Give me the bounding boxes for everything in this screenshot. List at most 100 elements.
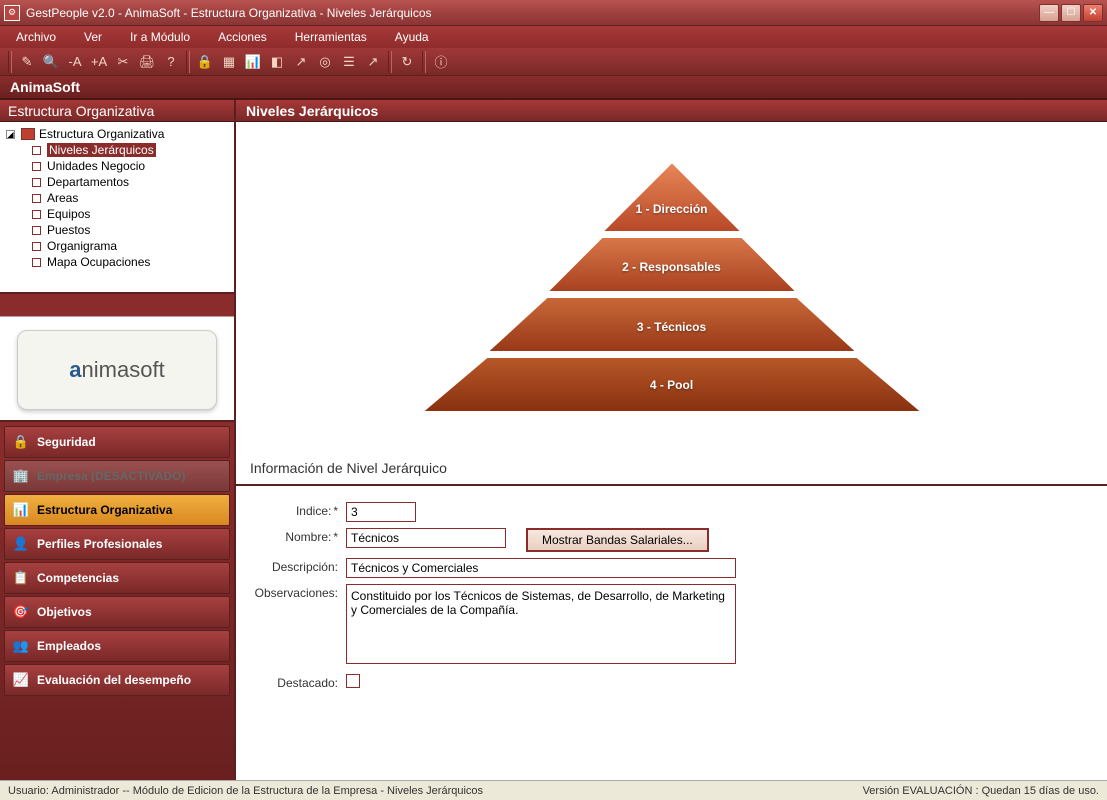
pyramid-level-3[interactable]: 3 - Técnicos xyxy=(362,320,982,334)
menu-ver[interactable]: Ver xyxy=(76,28,110,46)
mostrar-bandas-button[interactable]: Mostrar Bandas Salariales... xyxy=(526,528,709,552)
edit-icon[interactable]: ✎ xyxy=(16,51,38,73)
label-nombre: Nombre:* xyxy=(250,528,346,544)
logo: animasoft xyxy=(17,330,217,410)
toolbar-separator xyxy=(186,51,190,73)
tree-root[interactable]: ◢ Estructura Organizativa xyxy=(6,126,228,142)
app-icon: ⚙ xyxy=(4,5,20,21)
menu-acciones[interactable]: Acciones xyxy=(210,28,275,46)
close-button[interactable]: ✕ xyxy=(1083,4,1103,22)
pyramid: 1 - Dirección 2 - Responsables 3 - Técni… xyxy=(362,152,982,422)
label-indice: Indice:* xyxy=(250,502,346,518)
info-icon[interactable]: ⓘ xyxy=(430,51,452,73)
menu-ayuda[interactable]: Ayuda xyxy=(387,28,437,46)
nav-empleados[interactable]: 👥Empleados xyxy=(4,630,230,662)
logo-area: animasoft xyxy=(0,292,234,422)
nav-panel: 🔒Seguridad 🏢Empresa (DESACTIVADO) 📊Estru… xyxy=(0,422,234,780)
user-icon: 👤 xyxy=(13,536,29,552)
help-icon[interactable]: ? xyxy=(160,51,182,73)
print-icon[interactable]: 🖨 xyxy=(136,51,158,73)
node-icon xyxy=(32,226,41,235)
menu-herramientas[interactable]: Herramientas xyxy=(287,28,375,46)
clipboard-icon: 📋 xyxy=(13,570,29,586)
maximize-button[interactable]: ☐ xyxy=(1061,4,1081,22)
font-dec-icon[interactable]: -A xyxy=(64,51,86,73)
label-descripcion: Descripción: xyxy=(250,558,346,574)
label-destacado: Destacado: xyxy=(250,674,346,690)
people-icon: 👥 xyxy=(13,638,29,654)
nav-competencias[interactable]: 📋Competencias xyxy=(4,562,230,594)
target-icon[interactable]: ◎ xyxy=(314,51,336,73)
form-area: Indice:* Nombre:* Mostrar Bandas Salaria… xyxy=(236,484,1107,780)
node-icon xyxy=(32,210,41,219)
pyramid-level-2[interactable]: 2 - Responsables xyxy=(362,260,982,274)
font-inc-icon[interactable]: +A xyxy=(88,51,110,73)
nav-estructura[interactable]: 📊Estructura Organizativa xyxy=(4,494,230,526)
lock-icon[interactable]: 🔒 xyxy=(194,51,216,73)
cut-icon[interactable]: ✂ xyxy=(112,51,134,73)
pyramid-level-1[interactable]: 1 - Dirección xyxy=(362,202,982,216)
toolbar: ✎ 🔍 -A +A ✂ 🖨 ? 🔒 ▦ 📊 ◧ ↗ ◎ ☰ ↗ ↻ ⓘ xyxy=(0,48,1107,76)
nav-perfiles[interactable]: 👤Perfiles Profesionales xyxy=(4,528,230,560)
grid-icon[interactable]: ▦ xyxy=(218,51,240,73)
zoom-icon[interactable]: 🔍 xyxy=(40,51,62,73)
tree-item-organigrama[interactable]: Organigrama xyxy=(32,238,228,254)
menubar: Archivo Ver Ir a Módulo Acciones Herrami… xyxy=(0,26,1107,48)
node-icon xyxy=(32,242,41,251)
tree-view: ◢ Estructura Organizativa Niveles Jerárq… xyxy=(0,122,234,292)
expand-icon[interactable]: ↗ xyxy=(362,51,384,73)
nombre-field[interactable] xyxy=(346,528,506,548)
nav-seguridad[interactable]: 🔒Seguridad xyxy=(4,426,230,458)
graph-icon: 📈 xyxy=(13,672,29,688)
window-controls: — ☐ ✕ xyxy=(1039,4,1103,22)
sidebar: Estructura Organizativa ◢ Estructura Org… xyxy=(0,100,236,780)
app-subtitle: AnimaSoft xyxy=(0,76,1107,100)
label-observaciones: Observaciones: xyxy=(250,584,346,600)
window-title: GestPeople v2.0 - AnimaSoft - Estructura… xyxy=(26,6,1039,20)
statusbar: Usuario: Administrador -- Módulo de Edic… xyxy=(0,780,1107,800)
descripcion-field[interactable] xyxy=(346,558,736,578)
collapse-icon[interactable]: ◢ xyxy=(6,130,15,139)
pyramid-level-4[interactable]: 4 - Pool xyxy=(362,378,982,392)
node-icon xyxy=(32,162,41,171)
observaciones-field[interactable] xyxy=(346,584,736,664)
chart-icon[interactable]: 📊 xyxy=(242,51,264,73)
indice-field[interactable] xyxy=(346,502,416,522)
toolbar-separator xyxy=(422,51,426,73)
lock-icon: 🔒 xyxy=(13,434,29,450)
minimize-button[interactable]: — xyxy=(1039,4,1059,22)
module-icon[interactable]: ◧ xyxy=(266,51,288,73)
menu-ir-modulo[interactable]: Ir a Módulo xyxy=(122,28,198,46)
nav-evaluacion[interactable]: 📈Evaluación del desempeño xyxy=(4,664,230,696)
tree-item-puestos[interactable]: Puestos xyxy=(32,222,228,238)
toolbar-separator xyxy=(8,51,12,73)
logo-text: animasoft xyxy=(69,357,164,383)
titlebar: ⚙ GestPeople v2.0 - AnimaSoft - Estructu… xyxy=(0,0,1107,26)
tree-root-label: Estructura Organizativa xyxy=(39,127,164,141)
list-icon[interactable]: ☰ xyxy=(338,51,360,73)
nav-objetivos[interactable]: 🎯Objetivos xyxy=(4,596,230,628)
tree-item-mapa[interactable]: Mapa Ocupaciones xyxy=(32,254,228,270)
content: Niveles Jerárquicos 1 - Dirección 2 xyxy=(236,100,1107,780)
node-icon xyxy=(32,194,41,203)
tree-item-departamentos[interactable]: Departamentos xyxy=(32,174,228,190)
tree-item-unidades[interactable]: Unidades Negocio xyxy=(32,158,228,174)
building-icon: 🏢 xyxy=(13,468,29,484)
sidebar-header: Estructura Organizativa xyxy=(0,100,234,122)
node-icon xyxy=(32,146,41,155)
destacado-checkbox[interactable] xyxy=(346,674,360,688)
tree-item-equipos[interactable]: Equipos xyxy=(32,206,228,222)
form-title: Información de Nivel Jerárquico xyxy=(236,452,1107,484)
tree-item-niveles[interactable]: Niveles Jerárquicos xyxy=(32,142,228,158)
tree-item-areas[interactable]: Areas xyxy=(32,190,228,206)
status-right: Versión EVALUACIÓN : Quedan 15 días de u… xyxy=(863,785,1099,797)
node-icon xyxy=(32,178,41,187)
refresh-icon[interactable]: ↻ xyxy=(396,51,418,73)
menu-archivo[interactable]: Archivo xyxy=(8,28,64,46)
content-header: Niveles Jerárquicos xyxy=(236,100,1107,122)
status-left: Usuario: Administrador -- Módulo de Edic… xyxy=(8,785,483,797)
org-icon xyxy=(21,128,35,140)
nav-empresa[interactable]: 🏢Empresa (DESACTIVADO) xyxy=(4,460,230,492)
pyramid-area: 1 - Dirección 2 - Responsables 3 - Técni… xyxy=(236,122,1107,452)
export-icon[interactable]: ↗ xyxy=(290,51,312,73)
